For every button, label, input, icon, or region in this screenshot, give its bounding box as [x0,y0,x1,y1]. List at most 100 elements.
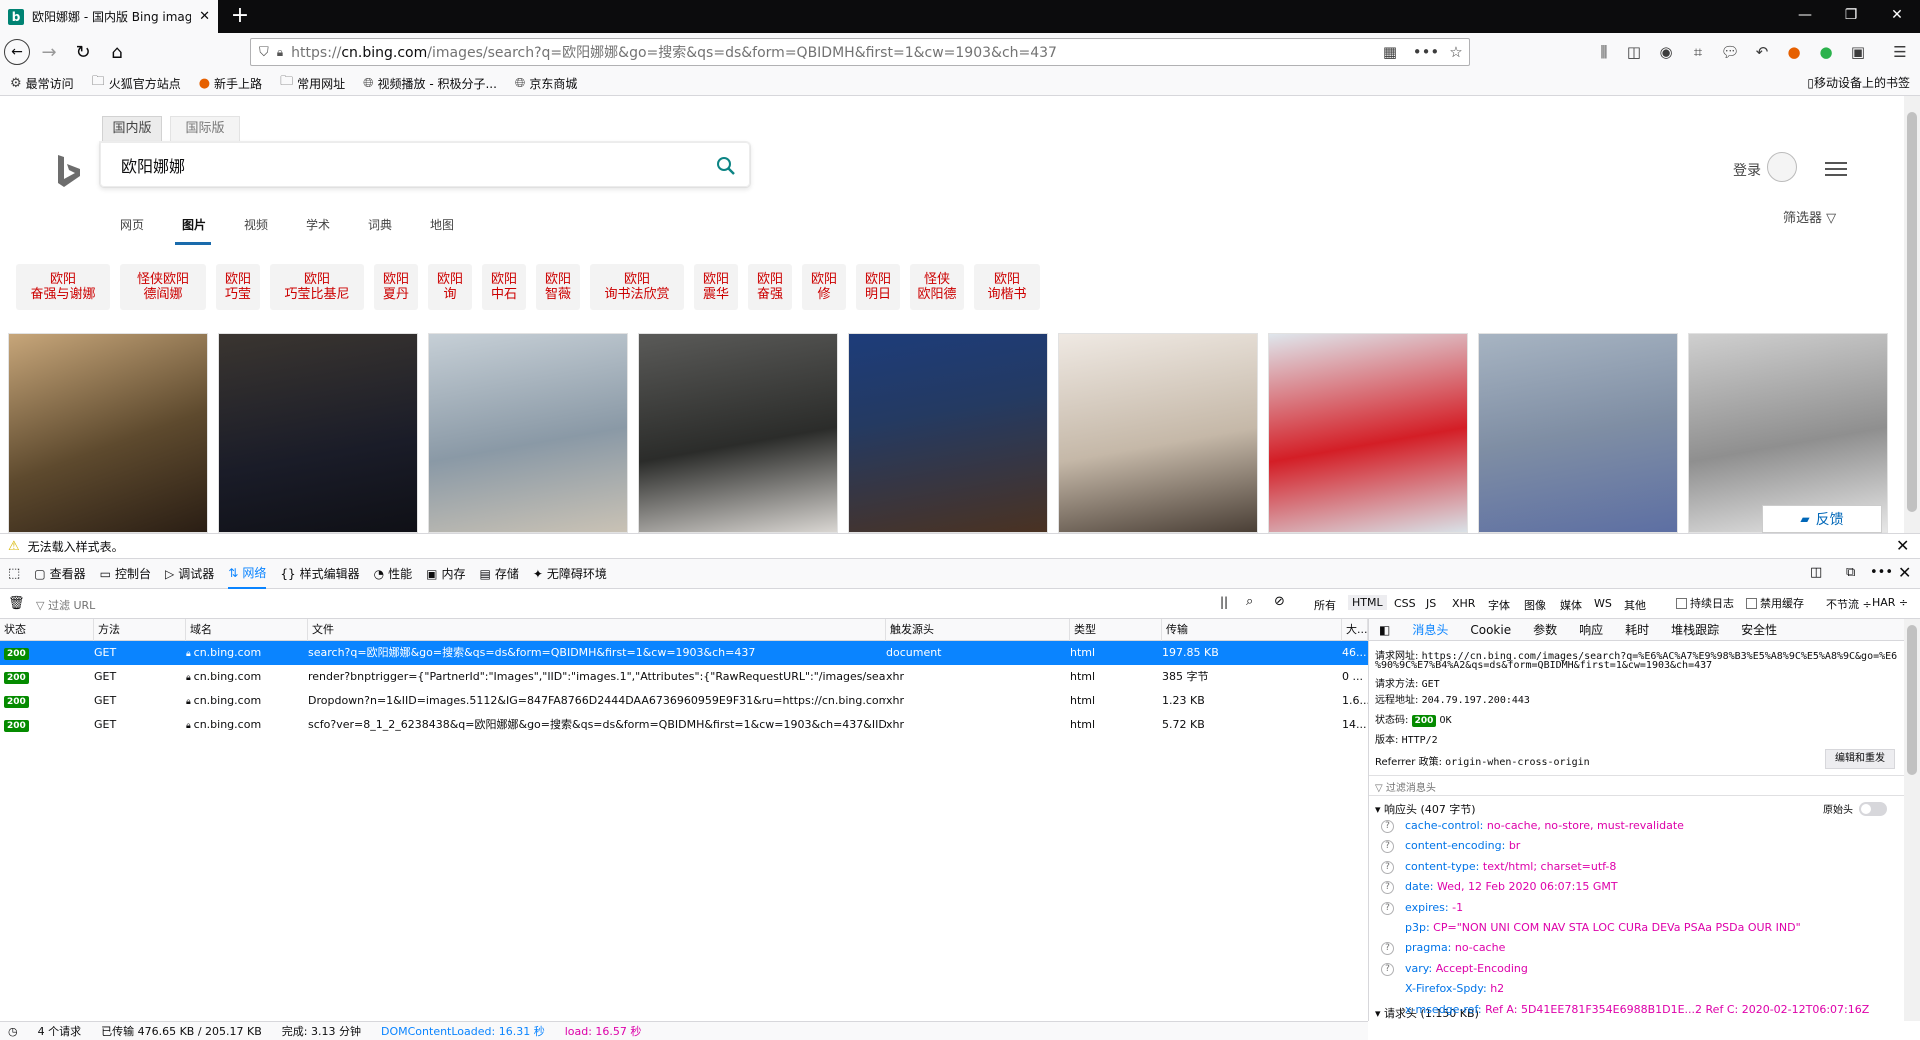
type-filter-js[interactable]: JS [1426,597,1436,610]
mobile-bookmarks[interactable]: ▯移动设备上的书签 [1807,71,1910,95]
extension-fox-icon[interactable]: ● [1780,38,1808,66]
browser-tab[interactable]: b 欧阳娜娜 - 国内版 Bing images ✕ [0,0,218,33]
hamburger-menu-icon[interactable]: ☰ [1886,38,1914,66]
related-search-chip[interactable]: 欧阳 夏丹 [374,264,418,310]
qr-code-icon[interactable]: ▦ [1376,38,1404,66]
pause-icon[interactable]: || [1220,595,1228,609]
table-row[interactable]: 200 GET 🔒︎ cn.bing.com scfo?ver=8_1_2_62384… [0,713,1368,737]
lock-icon[interactable]: 🔒︎ [277,45,283,60]
search-input[interactable]: 欧阳娜娜 [100,142,750,187]
filter-headers-input[interactable]: ▽ 过滤消息头 [1375,779,1436,794]
bookmark-star-icon[interactable]: ☆ [1442,38,1470,66]
forward-button[interactable]: → [34,37,64,67]
extension-icon[interactable]: ▣ [1844,38,1872,66]
table-row[interactable]: 200 GET 🔒︎ cn.bing.com search?q=欧阳娜娜&go=搜索&… [0,641,1368,665]
search-icon[interactable]: ⌕ [1246,594,1253,609]
image-result[interactable] [638,333,838,533]
bing-logo-icon[interactable] [56,154,82,188]
trash-icon[interactable]: 🗑︎ [8,596,25,611]
close-warning-icon[interactable]: ✕ [1896,536,1909,555]
response-headers-toggle[interactable]: ▾ 响应头 (407 字节) [1375,801,1476,817]
bookmark-item[interactable]: 🌐︎ 京东商城 [515,75,577,92]
chat-icon[interactable]: 💬︎ [1716,38,1744,66]
related-search-chip[interactable]: 欧阳 巧莹 [216,264,260,310]
more-options-icon[interactable]: ••• [1870,565,1893,580]
details-scrollbar[interactable] [1904,619,1920,1021]
tab-stack-trace[interactable]: 堆栈跟踪 [1671,621,1719,638]
reload-button[interactable]: ↻ [68,37,98,67]
tab-timings[interactable]: 耗时 [1625,621,1649,638]
related-search-chip[interactable]: 欧阳询 [428,264,472,310]
dock-icon[interactable]: ◫ [1810,565,1822,580]
new-tab-button[interactable]: + [226,4,254,30]
raw-headers-toggle[interactable]: 原始头 [1823,801,1887,816]
image-result[interactable] [1478,333,1678,533]
login-link[interactable]: 登录 [1733,160,1761,180]
related-search-chip[interactable]: 欧阳 询书法欣赏 [590,264,684,310]
type-filter-媒体[interactable]: 媒体 [1560,597,1582,613]
tab-inspector[interactable]: ▢ 查看器 [34,559,85,589]
image-result[interactable] [1268,333,1468,533]
type-filter-css[interactable]: CSS [1394,597,1416,610]
image-result[interactable] [848,333,1048,533]
har-menu[interactable]: HAR ÷ [1872,596,1908,609]
bookmark-item[interactable]: ⚙ 最常访问 [10,75,74,92]
close-tab-icon[interactable]: ✕ [199,9,210,24]
library-icon[interactable]: ⫼ [1590,38,1618,66]
tab-security[interactable]: 安全性 [1741,621,1777,638]
avatar[interactable] [1767,152,1797,182]
throttle-select[interactable]: 不节流 ÷ [1826,596,1872,612]
vertical-tab-videos[interactable]: 视频 [244,216,268,233]
column-type[interactable]: 类型 [1070,619,1162,641]
column-size[interactable]: 大... [1342,619,1368,641]
image-result[interactable] [218,333,418,533]
column-file[interactable]: 文件 [308,619,886,641]
help-icon[interactable]: ? [1381,901,1394,915]
image-result[interactable] [1058,333,1258,533]
back-button[interactable]: ← [4,39,30,65]
vertical-tab-dictionary[interactable]: 词典 [368,216,392,233]
screenshot-icon[interactable]: ⌗ [1684,38,1712,66]
column-method[interactable]: 方法 [94,619,186,641]
scope-tab-international[interactable]: 国际版 [170,116,240,141]
tab-memory[interactable]: ▣ 内存 [426,559,465,589]
edit-resend-button[interactable]: 编辑和重发 [1825,749,1895,769]
table-row[interactable]: 200 GET 🔒︎ cn.bing.com render?bnptrigger={"… [0,665,1368,689]
type-filter-html[interactable]: HTML [1348,595,1387,610]
close-window-button[interactable]: ✕ [1874,0,1920,33]
related-search-chip[interactable]: 欧阳 智薇 [536,264,580,310]
bookmark-item[interactable]: 🗀 常用网址 [280,72,345,94]
vertical-tab-academic[interactable]: 学术 [306,216,330,233]
help-icon[interactable]: ? [1381,942,1394,956]
help-icon[interactable]: ? [1381,860,1394,874]
type-filter-字体[interactable]: 字体 [1488,597,1510,613]
filter-url-input[interactable]: ▽ 过滤 URL [36,597,95,613]
related-search-chip[interactable]: 怪侠欧阳 德阎娜 [120,264,206,310]
related-search-chip[interactable]: 欧阳 奋强与谢娜 [16,264,110,310]
popout-icon[interactable]: ⧉ [1846,565,1855,580]
tab-storage[interactable]: ▤ 存储 [480,559,519,589]
element-picker-icon[interactable]: ⬚ [8,566,20,581]
type-filter-图像[interactable]: 图像 [1524,597,1546,613]
table-row[interactable]: 200 GET 🔒︎ cn.bing.com Dropdown?n=1&IID=ima… [0,689,1368,713]
home-button[interactable]: ⌂ [102,37,132,67]
tab-debugger[interactable]: ▷ 调试器 [165,559,214,589]
related-search-chip[interactable]: 欧阳 奋强 [748,264,792,310]
tab-accessibility[interactable]: ✦ 无障碍环境 [533,559,607,589]
column-transferred[interactable]: 传输 [1162,619,1342,641]
tab-response[interactable]: 响应 [1579,621,1603,638]
image-result[interactable] [1688,333,1888,533]
vertical-tab-images[interactable]: 图片 [182,216,206,233]
scrollbar-thumb[interactable] [1907,625,1917,775]
tab-console[interactable]: ▭ 控制台 [100,559,151,589]
menu-icon[interactable] [1825,161,1847,177]
tab-network[interactable]: ⇅ 网络 [228,559,267,589]
column-cause[interactable]: 触发源头 [886,619,1070,641]
related-search-chip[interactable]: 欧阳修 [802,264,846,310]
bookmark-item[interactable]: ● 新手上路 [199,75,262,92]
undo-icon[interactable]: ↶ [1748,38,1776,66]
type-filter-xhr[interactable]: XHR [1452,597,1475,610]
bookmark-item[interactable]: 🌐︎ 视频播放 - 积极分子... [363,75,497,92]
filter-button[interactable]: 筛选器 ▽ [1783,207,1836,226]
related-search-chip[interactable]: 欧阳 巧莹比基尼 [270,264,364,310]
